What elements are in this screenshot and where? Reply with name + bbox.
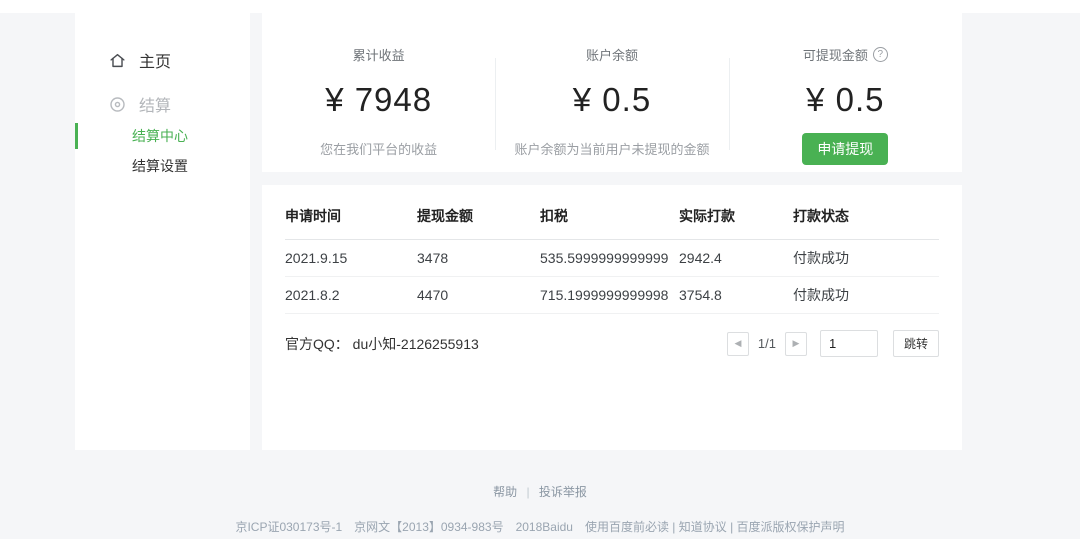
col-tax: 扣税 <box>540 193 679 240</box>
cell-payment-status: 付款成功 <box>793 239 939 277</box>
cell-apply-time: 2021.9.15 <box>285 239 417 277</box>
official-qq-text: 官方QQ： du小知-2126255913 <box>285 335 479 352</box>
cell-tax: 715.1999999999998 <box>540 276 679 314</box>
stat-value: ¥ 7948 <box>325 81 433 118</box>
stat-account-balance: 账户余额 ¥ 0.5 账户余额为当前用户未提现的金额 <box>495 13 728 172</box>
footer-separator: | <box>526 485 530 499</box>
settlement-icon <box>108 95 127 114</box>
sidebar-item-settlement-settings[interactable]: 结算设置 <box>75 151 250 181</box>
sidebar-item-settlement[interactable]: 结算 <box>75 87 250 121</box>
table-header-row: 申请时间 提现金额 扣税 实际打款 打款状态 <box>285 193 939 240</box>
page-indicator: 1/1 <box>757 336 776 351</box>
sidebar-item-label: 结算设置 <box>132 158 188 174</box>
prev-page-button[interactable]: ◀ <box>726 331 749 356</box>
legal-text: 京ICP证030173号-1 京网文【2013】0934-983号 2018Ba… <box>235 520 845 534</box>
stat-subtitle: 您在我们平台的收益 <box>320 142 438 157</box>
cell-apply-time: 2021.8.2 <box>285 276 417 314</box>
site-footer: 帮助 | 投诉举报 京ICP证030173号-1 京网文【2013】0934-9… <box>0 450 1080 535</box>
stat-subtitle: 账户余额为当前用户未提现的金额 <box>514 142 710 157</box>
stat-label: 账户余额 <box>585 48 638 63</box>
table-row: 2021.8.2 4470 715.1999999999998 3754.8 付… <box>285 276 939 314</box>
stat-value: ¥ 0.5 <box>572 81 652 118</box>
table-footer: 官方QQ： du小知-2126255913 ◀ 1/1 ▶ 跳转 <box>285 330 939 357</box>
apply-withdraw-button[interactable]: 申请提现 <box>802 133 889 165</box>
jump-button[interactable]: 跳转 <box>892 330 939 357</box>
sidebar-item-label: 结算 <box>139 98 172 115</box>
cell-actual-payment: 3754.8 <box>679 276 793 314</box>
stat-withdrawable-amount: 可提现金额 ? ¥ 0.5 申请提现 <box>728 13 962 172</box>
pagination: ◀ 1/1 ▶ 跳转 <box>726 330 939 357</box>
help-icon[interactable]: ? <box>872 47 888 62</box>
table-row: 2021.9.15 3478 535.5999999999999 2942.4 … <box>285 239 939 277</box>
col-apply-time: 申请时间 <box>285 193 417 240</box>
sidebar-item-settlement-center[interactable]: 结算中心 <box>75 121 250 151</box>
cell-payment-status: 付款成功 <box>793 276 939 314</box>
chevron-left-icon: ◀ <box>734 338 742 348</box>
stat-value: ¥ 0.5 <box>806 81 885 118</box>
stat-total-earnings: 累计收益 ¥ 7948 您在我们平台的收益 <box>262 13 495 172</box>
top-strip <box>0 0 1080 13</box>
complaint-report-link[interactable]: 投诉举报 <box>539 485 587 499</box>
sidebar-item-home[interactable]: 主页 <box>75 43 250 77</box>
cell-withdraw-amount: 3478 <box>417 239 540 277</box>
cell-tax: 535.5999999999999 <box>540 239 679 277</box>
page-number-input[interactable] <box>819 330 878 357</box>
main-content: 累计收益 ¥ 7948 您在我们平台的收益 账户余额 ¥ 0.5 账户余额为当前… <box>262 13 962 450</box>
col-actual-payment: 实际打款 <box>679 193 793 240</box>
col-payment-status: 打款状态 <box>793 193 939 240</box>
home-icon <box>108 51 127 70</box>
cell-actual-payment: 2942.4 <box>679 239 793 277</box>
stat-label: 可提现金额 <box>802 48 868 63</box>
sidebar-item-label: 主页 <box>139 54 172 71</box>
chevron-right-icon: ▶ <box>792 338 800 348</box>
withdraw-history-table: 申请时间 提现金额 扣税 实际打款 打款状态 2021.9.15 3478 53… <box>285 193 939 314</box>
help-link[interactable]: 帮助 <box>493 485 517 499</box>
next-page-button[interactable]: ▶ <box>784 331 807 356</box>
sidebar-item-label: 结算中心 <box>132 128 188 144</box>
col-withdraw-amount: 提现金额 <box>417 193 540 240</box>
active-indicator <box>75 123 78 149</box>
withdraw-history-card: 申请时间 提现金额 扣税 实际打款 打款状态 2021.9.15 3478 53… <box>262 185 962 450</box>
stats-card: 累计收益 ¥ 7948 您在我们平台的收益 账户余额 ¥ 0.5 账户余额为当前… <box>262 13 962 172</box>
sidebar: 主页 结算 结算中心 结算设置 <box>75 13 250 450</box>
cell-withdraw-amount: 4470 <box>417 276 540 314</box>
stat-label: 累计收益 <box>352 48 405 63</box>
